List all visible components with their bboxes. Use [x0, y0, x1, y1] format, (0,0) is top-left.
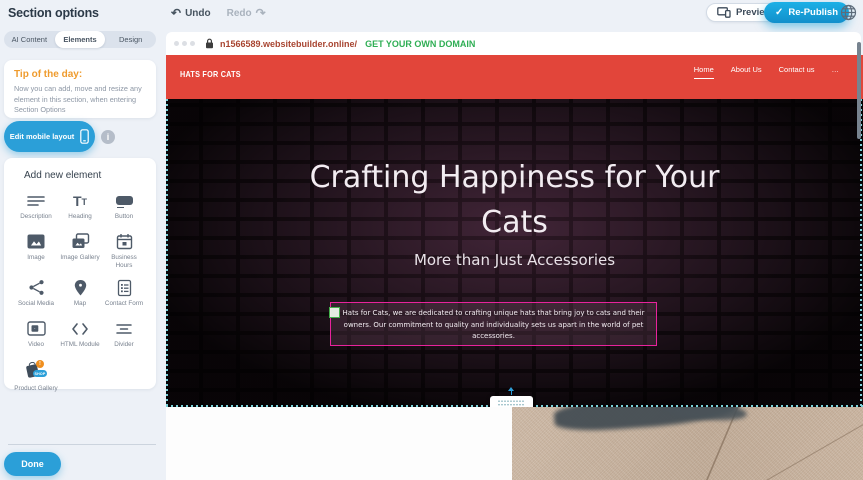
phone-icon: [80, 129, 89, 144]
add-element-title: Add new element: [24, 170, 146, 181]
hero-section[interactable]: Crafting Happiness for Your Cats More th…: [166, 99, 863, 407]
element-item-product-gallery[interactable]: ! SHOP Product Gallery: [14, 360, 58, 393]
element-grid: Description TT Heading Button: [14, 191, 146, 394]
tip-body: Now you can add, move and resize any ele…: [14, 84, 146, 116]
tab-design[interactable]: Design: [105, 31, 156, 48]
undo-button[interactable]: ↶ Undo: [171, 7, 211, 19]
sidebar-divider: [8, 444, 156, 445]
editor-window: Section options ↶ Undo Redo ↷ Preview ✓ …: [0, 0, 863, 480]
element-item-divider[interactable]: Divider: [102, 319, 146, 352]
undo-icon: ↶: [171, 7, 181, 19]
site-url: n1566589.websitebuilder.online/: [220, 39, 357, 49]
element-item-label: Video: [28, 341, 44, 349]
element-item-social-media[interactable]: Social Media: [14, 278, 58, 311]
image-icon: [27, 232, 45, 251]
devices-icon: [717, 7, 731, 18]
element-item-html-module[interactable]: HTML Module: [58, 319, 102, 352]
site-header: HATS FOR CATS Home About Us Contact us …: [166, 55, 863, 99]
element-drag-handle[interactable]: [329, 307, 340, 318]
heading-icon: TT: [73, 191, 87, 210]
page-title: Section options: [8, 6, 99, 20]
done-button[interactable]: Done: [4, 452, 61, 476]
description-icon: [27, 191, 45, 210]
undo-redo-group: ↶ Undo Redo ↷: [171, 7, 266, 19]
sidebar-tabs: AI Content Elements Design: [4, 31, 156, 48]
next-section-image[interactable]: [512, 407, 863, 480]
undo-label: Undo: [185, 8, 211, 19]
edit-mobile-label: Edit mobile layout: [10, 132, 75, 141]
nav-item-about-us[interactable]: About Us: [731, 65, 762, 78]
hero-paragraph: Hats for Cats, we are dedicated to craft…: [339, 308, 648, 343]
preview-browser-bar: n1566589.websitebuilder.online/ GET YOUR…: [166, 32, 861, 55]
lock-icon: [205, 38, 214, 49]
element-item-label: HTML Module: [60, 341, 99, 349]
selected-text-element[interactable]: Hats for Cats, we are dedicated to craft…: [330, 302, 657, 346]
video-icon: [27, 319, 46, 338]
element-item-label: Contact Form: [105, 300, 143, 308]
map-icon: [73, 278, 88, 297]
hero-heading[interactable]: Crafting Happiness for Your Cats: [300, 155, 730, 245]
element-item-label: Product Gallery: [14, 385, 57, 393]
element-item-image-gallery[interactable]: Image Gallery: [58, 232, 102, 270]
element-item-button[interactable]: Button: [102, 191, 146, 224]
nav-item-home[interactable]: Home: [694, 65, 714, 79]
divider-icon: [115, 319, 133, 338]
element-item-label: Business Hours: [102, 254, 146, 270]
element-item-video[interactable]: Video: [14, 319, 58, 352]
redo-button[interactable]: Redo ↷: [227, 7, 266, 19]
nav-item-contact-us[interactable]: Contact us: [779, 65, 815, 78]
image-gallery-icon: [71, 232, 90, 251]
site-nav: Home About Us Contact us …: [694, 65, 839, 79]
element-item-label: Image: [27, 254, 45, 262]
product-gallery-icon: ! SHOP: [23, 360, 49, 382]
element-item-label: Social Media: [18, 300, 54, 308]
globe-icon[interactable]: [840, 4, 857, 21]
resize-grip-dots-icon: [498, 400, 525, 407]
element-item-image[interactable]: Image: [14, 232, 58, 270]
element-item-label: Heading: [68, 213, 91, 221]
element-item-label: Description: [20, 213, 52, 221]
resize-arrow-up-icon: [508, 387, 515, 395]
tip-of-the-day-card: Tip of the day: Now you can add, move an…: [4, 60, 156, 118]
contact-form-icon: [117, 278, 132, 297]
redo-icon: ↷: [256, 7, 266, 19]
redo-label: Redo: [227, 8, 252, 19]
get-domain-link[interactable]: GET YOUR OWN DOMAIN: [365, 39, 475, 49]
element-item-label: Map: [74, 300, 86, 308]
browser-dots-icon: [174, 41, 195, 46]
element-item-contact-form[interactable]: Contact Form: [102, 278, 146, 311]
element-item-map[interactable]: Map: [58, 278, 102, 311]
business-hours-icon: [116, 232, 133, 251]
preview-scrollbar[interactable]: [857, 42, 861, 139]
republish-button[interactable]: ✓ Re-Publish: [764, 2, 849, 23]
element-item-description[interactable]: Description: [14, 191, 58, 224]
nav-overflow-icon[interactable]: …: [832, 65, 840, 78]
hero-subheading[interactable]: More than Just Accessories: [166, 251, 863, 269]
check-icon: ✓: [775, 7, 783, 18]
site-logo[interactable]: HATS FOR CATS: [180, 69, 241, 79]
social-media-icon: [28, 278, 45, 297]
element-item-label: Divider: [114, 341, 134, 349]
add-element-panel: Add new element Description TT Heading B…: [4, 158, 156, 389]
element-item-label: Image Gallery: [60, 254, 99, 262]
tab-ai-content[interactable]: AI Content: [4, 31, 55, 48]
tip-heading: Tip of the day:: [14, 69, 146, 80]
tab-elements[interactable]: Elements: [55, 31, 106, 48]
html-module-icon: [71, 319, 89, 338]
info-icon[interactable]: i: [101, 130, 115, 144]
republish-label: Re-Publish: [788, 7, 838, 18]
element-item-label: Button: [115, 213, 133, 221]
element-item-business-hours[interactable]: Business Hours: [102, 232, 146, 270]
edit-mobile-layout-button[interactable]: Edit mobile layout: [4, 121, 95, 152]
button-icon: [116, 191, 133, 210]
element-item-heading[interactable]: TT Heading: [58, 191, 102, 224]
